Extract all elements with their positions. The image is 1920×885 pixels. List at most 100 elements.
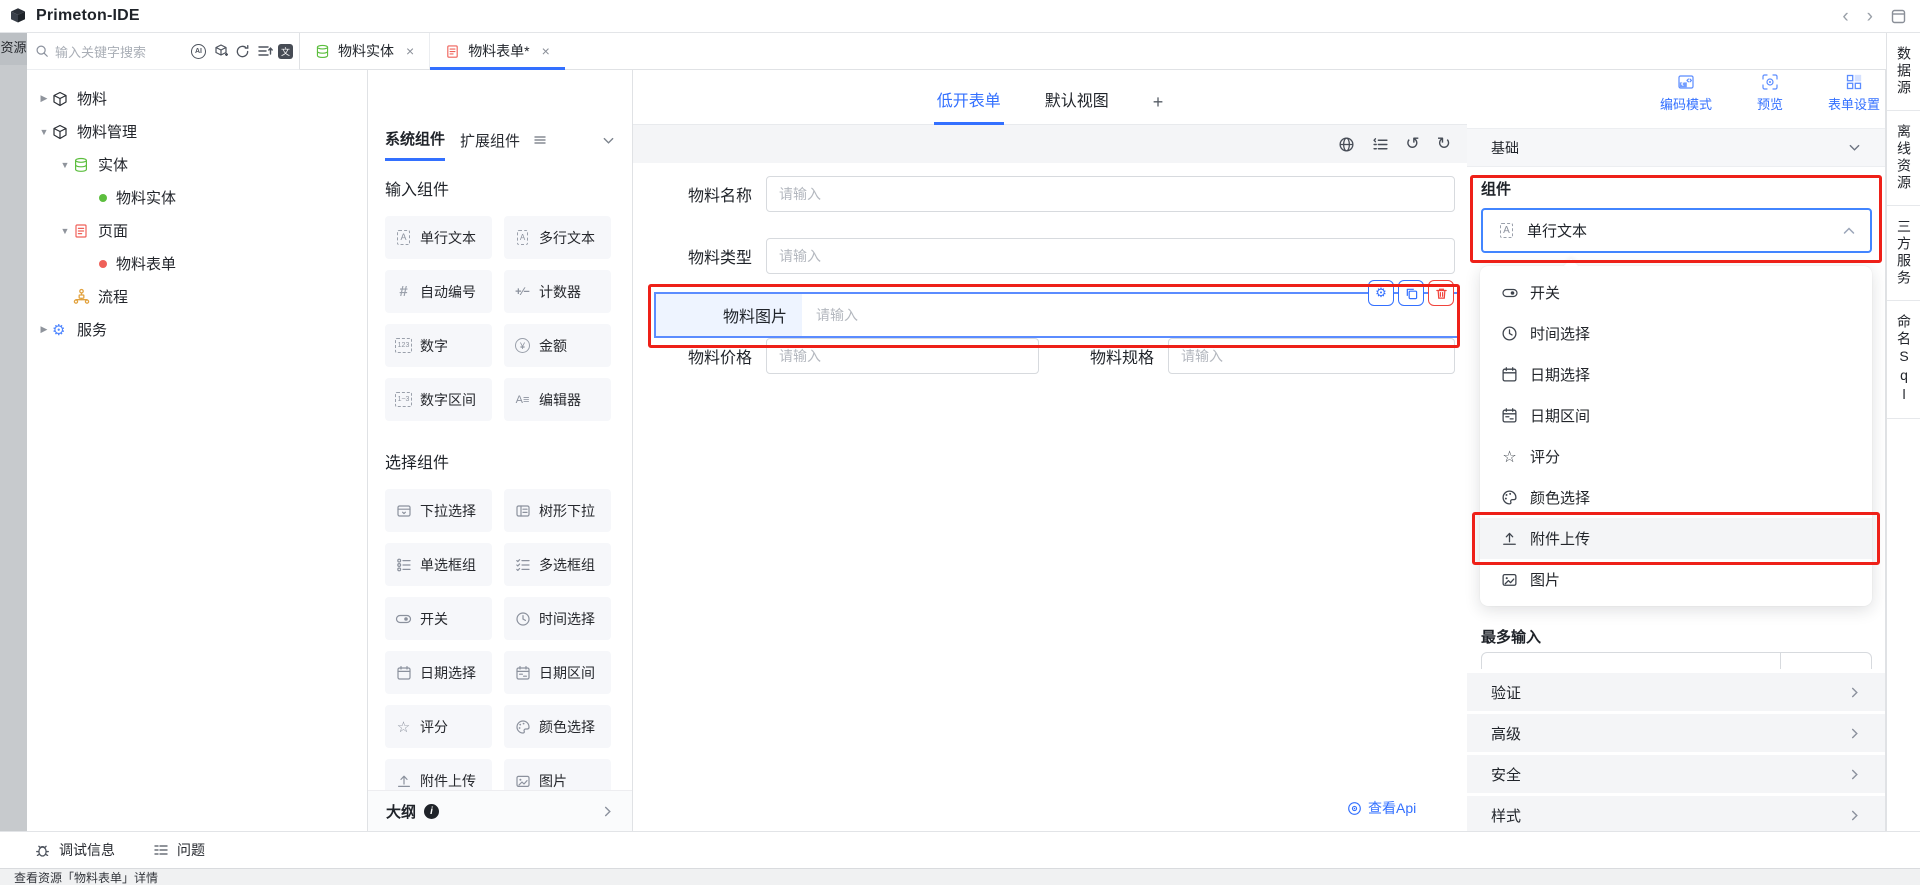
tree-item-entity[interactable]: ▼ 实体 [27,148,367,181]
inspector-section-validation[interactable]: 验证 [1467,673,1885,711]
inspector-section-style[interactable]: 样式 [1467,796,1885,834]
palette-item-switch[interactable]: 开关 [385,597,492,640]
view-tab-default-view[interactable]: 默认视图 [1042,87,1112,124]
dropdown-option-image[interactable]: 图片 [1480,559,1872,600]
max-input-field[interactable] [1481,652,1872,669]
view-api-link[interactable]: 查看Api [1347,798,1416,818]
tree-item-material-form[interactable]: 物料表单 [27,247,367,280]
editor-tab-material-entity[interactable]: 物料实体 × [300,33,430,69]
component-type-select[interactable]: A 单行文本 [1481,208,1872,253]
palette-item-image[interactable]: 图片 [504,759,611,790]
inspector-section-advanced[interactable]: 高级 [1467,714,1885,752]
right-tab-offline-resources[interactable]: 离线资源 [1887,111,1920,206]
palette-item-checkbox-group[interactable]: 多选框组 [504,543,611,586]
form-field-material-type[interactable]: 物料类型 请输入 [688,238,1455,274]
sidebar-tab-resources[interactable]: 资源 [0,33,27,65]
dropdown-option-color-picker[interactable]: 颜色选择 [1480,477,1872,518]
palette-item-number-range[interactable]: 1~3数字区间 [385,378,492,421]
ai-assistant-icon[interactable]: AI [190,43,207,60]
material-name-input[interactable]: 请输入 [766,176,1455,212]
sort-list-icon[interactable] [256,43,273,60]
palette-collapse-icon[interactable] [602,134,615,156]
palette-item-radio-group[interactable]: 单选框组 [385,543,492,586]
palette-item-date-range[interactable]: 日期区间 [504,651,611,694]
tree-item-material-mgmt[interactable]: ▼ 物料管理 [27,115,367,148]
palette-item-single-text[interactable]: A单行文本 [385,216,492,259]
palette-item-dropdown[interactable]: 下拉选择 [385,489,492,532]
palette-item-number[interactable]: 123数字 [385,324,492,367]
palette-item-currency[interactable]: ¥金额 [504,324,611,367]
close-icon[interactable]: × [406,43,414,59]
form-settings-button[interactable]: 表单设置 [1828,73,1880,113]
material-image-input[interactable]: 请输入 [802,294,858,336]
inspector-group-basic[interactable]: 基础 [1467,128,1885,167]
dropdown-option-attachment-upload[interactable]: 附件上传 [1480,518,1872,559]
field-copy-button[interactable] [1398,280,1424,306]
component-label: 组件 [1481,178,1511,199]
redo-icon[interactable]: ↻ [1437,134,1451,154]
right-tab-named-sql[interactable]: 命名Sql [1887,301,1920,419]
search-input[interactable]: 输入关键字搜索 [55,42,190,61]
palette-item-date-picker[interactable]: 日期选择 [385,651,492,694]
palette-tab-system[interactable]: 系统组件 [385,128,445,161]
outline-bar[interactable]: 大纲 i [368,790,632,831]
palette-item-counter[interactable]: +∕−计数器 [504,270,611,313]
chevron-down-icon[interactable]: ▼ [36,127,52,137]
refresh-icon[interactable] [234,43,251,60]
nav-back-icon[interactable]: ‹ [1842,7,1848,26]
form-field-material-image-selected[interactable]: 物料图片 请输入 ⚙ [654,292,1460,338]
tree-item-material-entity[interactable]: 物料实体 [27,181,367,214]
palette-icon [1500,489,1519,507]
undo-icon[interactable]: ↺ [1406,134,1420,154]
close-icon[interactable]: × [542,43,550,59]
globe-icon[interactable] [1338,136,1355,153]
palette-item-color-picker[interactable]: 颜色选择 [504,705,611,748]
palette-item-time-picker[interactable]: 时间选择 [504,597,611,640]
field-settings-button[interactable]: ⚙ [1368,280,1394,306]
inspector-section-security[interactable]: 安全 [1467,755,1885,793]
right-tab-data-source[interactable]: 数据源 [1887,33,1920,111]
palette-tab-extend[interactable]: 扩展组件 [460,130,520,160]
problems-tab[interactable]: 问题 [153,840,205,860]
dropdown-option-date-range[interactable]: 日期区间 [1480,395,1872,436]
material-spec-input[interactable]: 请输入 [1168,338,1455,374]
chevron-down-icon[interactable]: ▼ [57,160,73,170]
new-resource-icon[interactable] [212,43,229,60]
material-type-input[interactable]: 请输入 [766,238,1455,274]
debug-info-tab[interactable]: 调试信息 [34,840,115,860]
palette-item-tree-dropdown[interactable]: 树形下拉 [504,489,611,532]
palette-item-multi-text[interactable]: A多行文本 [504,216,611,259]
editor-tab-material-form[interactable]: 物料表单* × [430,33,565,69]
tree-item-material[interactable]: ▶ 物料 [27,82,367,115]
palette-item-attachment-upload[interactable]: 附件上传 [385,759,492,790]
chevron-right-icon[interactable]: ▶ [36,324,52,335]
nav-forward-icon[interactable]: › [1867,7,1873,26]
field-delete-button[interactable] [1428,280,1454,306]
chevron-right-icon[interactable] [601,805,614,818]
window-layout-icon[interactable] [1891,9,1906,24]
dropdown-option-switch[interactable]: 开关 [1480,272,1872,313]
material-price-input[interactable]: 请输入 [766,338,1039,374]
palette-item-auto-number[interactable]: #自动编号 [385,270,492,313]
palette-item-editor[interactable]: A≡编辑器 [504,378,611,421]
tree-item-page[interactable]: ▼ 页面 [27,214,367,247]
dropdown-option-date-picker[interactable]: 日期选择 [1480,354,1872,395]
dropdown-option-rating[interactable]: ☆评分 [1480,436,1872,477]
chevron-right-icon[interactable]: ▶ [36,93,52,104]
outline-list-icon[interactable] [1372,136,1389,153]
outline-label: 大纲 [386,801,416,822]
chevron-down-icon[interactable]: ▼ [57,226,73,236]
tree-item-process[interactable]: 流程 [27,280,367,313]
preview-button[interactable]: 预览 [1757,73,1783,113]
tree-item-service[interactable]: ▶ ⚙ 服务 [27,313,367,346]
code-mode-button[interactable]: 编码模式 [1660,73,1712,113]
add-view-tab-button[interactable]: + [1150,92,1167,124]
palette-menu-icon[interactable] [534,134,546,155]
form-field-material-name[interactable]: 物料名称 请输入 [688,176,1455,212]
right-tab-third-party-services[interactable]: 三方服务 [1887,206,1920,301]
chevron-down-icon[interactable] [1848,141,1861,154]
view-tab-lowcode-form[interactable]: 低开表单 [934,87,1004,124]
locale-switch-icon[interactable]: 文 [278,44,293,59]
dropdown-option-time-picker[interactable]: 时间选择 [1480,313,1872,354]
palette-item-rating[interactable]: ☆评分 [385,705,492,748]
